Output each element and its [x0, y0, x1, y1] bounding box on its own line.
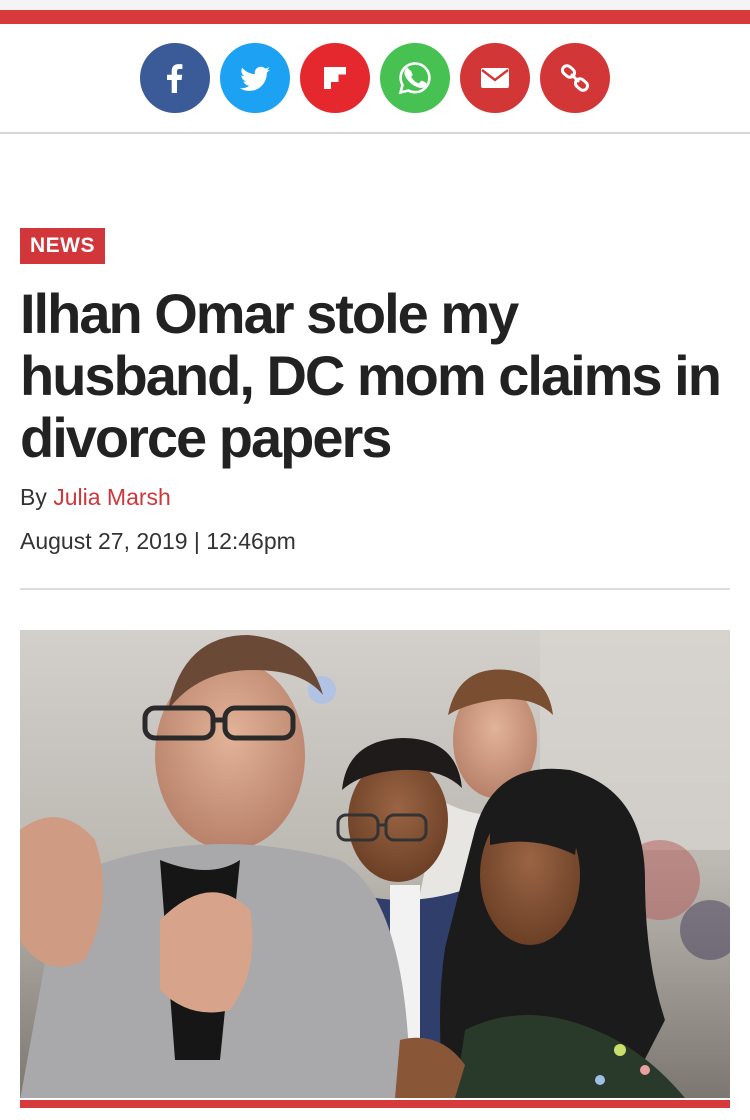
publish-time-text: 12:46pm: [206, 528, 296, 554]
share-bar: [0, 24, 750, 134]
photo-people-clapping: [20, 630, 730, 1098]
flipboard-icon: [324, 67, 346, 89]
envelope-icon: [481, 68, 509, 88]
facebook-icon: [167, 64, 183, 93]
header-red-bar: [0, 10, 750, 24]
twitter-icon: [240, 66, 270, 91]
whatsapp-share-button[interactable]: [380, 43, 450, 113]
flipboard-share-button[interactable]: [300, 43, 370, 113]
article-headline: Ilhan Omar stole my husband, DC mom clai…: [20, 282, 722, 469]
byline: By Julia Marsh: [20, 484, 171, 511]
browser-top-strip: [0, 0, 750, 10]
publish-date: August 27, 2019 | 12:46pm: [20, 528, 296, 555]
facebook-share-button[interactable]: [140, 43, 210, 113]
email-share-button[interactable]: [460, 43, 530, 113]
author-link[interactable]: Julia Marsh: [53, 484, 171, 510]
date-separator: |: [193, 528, 200, 554]
twitter-share-button[interactable]: [220, 43, 290, 113]
whatsapp-icon: [398, 62, 431, 95]
section-badge[interactable]: NEWS: [20, 228, 105, 264]
footer-red-bar: [20, 1100, 730, 1108]
link-icon: [560, 64, 590, 92]
copy-link-button[interactable]: [540, 43, 610, 113]
header-divider: [20, 588, 730, 590]
article-photo: [20, 630, 730, 1098]
publish-date-text: August 27, 2019: [20, 528, 188, 554]
byline-prefix: By: [20, 484, 47, 510]
